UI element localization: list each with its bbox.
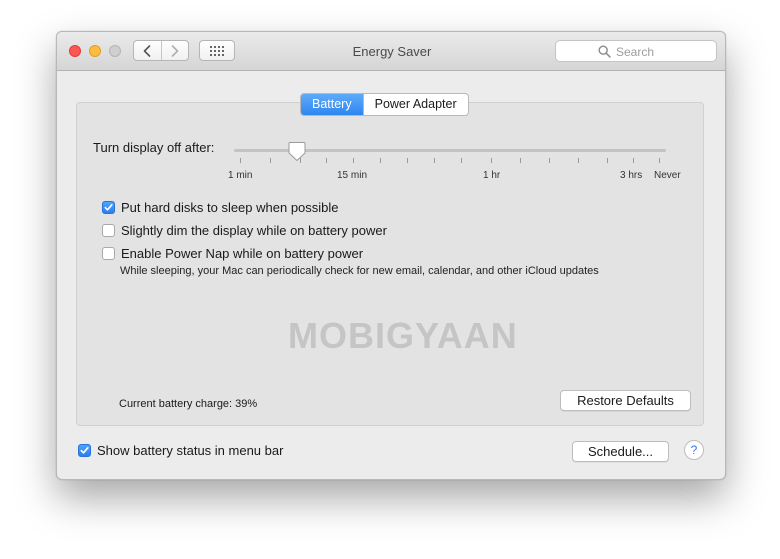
display-sleep-label: Turn display off after: bbox=[93, 140, 215, 155]
search-icon bbox=[598, 45, 611, 58]
search-field[interactable]: Search bbox=[555, 40, 717, 62]
slider-tick bbox=[300, 158, 301, 163]
tick-label-1-min: 1 min bbox=[228, 170, 253, 181]
watermark-logo: MOBIGYAAN bbox=[288, 315, 518, 356]
show-battery-status-label: Show battery status in menu bar bbox=[97, 443, 284, 458]
dim-display-checkbox[interactable] bbox=[102, 224, 115, 237]
option-dim-display[interactable]: Slightly dim the display while on batter… bbox=[102, 223, 387, 238]
forward-button[interactable] bbox=[160, 41, 189, 60]
slider-tick bbox=[270, 158, 271, 163]
tick-label-never: Never bbox=[654, 170, 681, 181]
slider-tick bbox=[607, 158, 608, 163]
power-nap-description: While sleeping, your Mac can periodicall… bbox=[120, 265, 599, 277]
option-hard-disk-sleep[interactable]: Put hard disks to sleep when possible bbox=[102, 200, 339, 215]
energy-saver-window: Energy Saver Search Battery Power Adapte… bbox=[56, 31, 726, 480]
show-all-button[interactable] bbox=[199, 40, 235, 61]
zoom-button[interactable] bbox=[109, 45, 121, 57]
help-button[interactable]: ? bbox=[684, 440, 704, 460]
slider-tick bbox=[326, 158, 327, 163]
battery-charge-status: Current battery charge: 39% bbox=[119, 398, 258, 410]
slider-tick bbox=[407, 158, 408, 163]
slider-tick bbox=[491, 158, 492, 163]
slider-tick bbox=[633, 158, 634, 163]
slider-tick bbox=[353, 158, 354, 163]
slider-tick bbox=[578, 158, 579, 163]
show-battery-status-checkbox[interactable] bbox=[78, 444, 91, 457]
display-sleep-slider-thumb[interactable] bbox=[288, 141, 306, 162]
slider-tick bbox=[380, 158, 381, 163]
title-bar: Energy Saver Search bbox=[57, 32, 725, 71]
slider-tick bbox=[549, 158, 550, 163]
chevron-right-icon bbox=[171, 44, 179, 57]
tab-bar: Battery Power Adapter bbox=[300, 93, 469, 116]
grid-icon bbox=[210, 45, 224, 56]
window-title: Energy Saver bbox=[352, 44, 432, 59]
slider-tick bbox=[461, 158, 462, 163]
search-placeholder: Search bbox=[616, 45, 655, 59]
tick-label-1-hr: 1 hr bbox=[483, 170, 501, 181]
dim-display-label: Slightly dim the display while on batter… bbox=[121, 223, 387, 238]
hard-disk-sleep-checkbox[interactable] bbox=[102, 201, 115, 214]
schedule-button[interactable]: Schedule... bbox=[572, 441, 669, 462]
checkmark-icon bbox=[80, 447, 89, 454]
option-power-nap[interactable]: Enable Power Nap while on battery power bbox=[102, 246, 363, 261]
tab-power-adapter[interactable]: Power Adapter bbox=[362, 94, 468, 115]
chevron-left-icon bbox=[143, 44, 151, 57]
close-button[interactable] bbox=[69, 45, 81, 57]
tab-battery[interactable]: Battery bbox=[301, 94, 363, 115]
hard-disk-sleep-label: Put hard disks to sleep when possible bbox=[121, 200, 339, 215]
navigation-buttons bbox=[133, 40, 189, 61]
settings-panel: Turn display off after: 1 min 15 min 1 h… bbox=[76, 102, 704, 426]
restore-defaults-button[interactable]: Restore Defaults bbox=[560, 390, 691, 411]
slider-tick bbox=[520, 158, 521, 163]
slider-tick bbox=[659, 158, 660, 163]
slider-tick bbox=[434, 158, 435, 163]
power-nap-label: Enable Power Nap while on battery power bbox=[121, 246, 364, 261]
slider-tick bbox=[240, 158, 241, 163]
power-nap-checkbox[interactable] bbox=[102, 247, 115, 260]
back-button[interactable] bbox=[134, 41, 161, 60]
checkmark-icon bbox=[104, 204, 113, 211]
minimize-button[interactable] bbox=[89, 45, 101, 57]
tick-label-15-min: 15 min bbox=[337, 170, 368, 181]
tick-label-3-hrs: 3 hrs bbox=[620, 170, 643, 181]
option-show-battery-status[interactable]: Show battery status in menu bar bbox=[78, 443, 283, 458]
